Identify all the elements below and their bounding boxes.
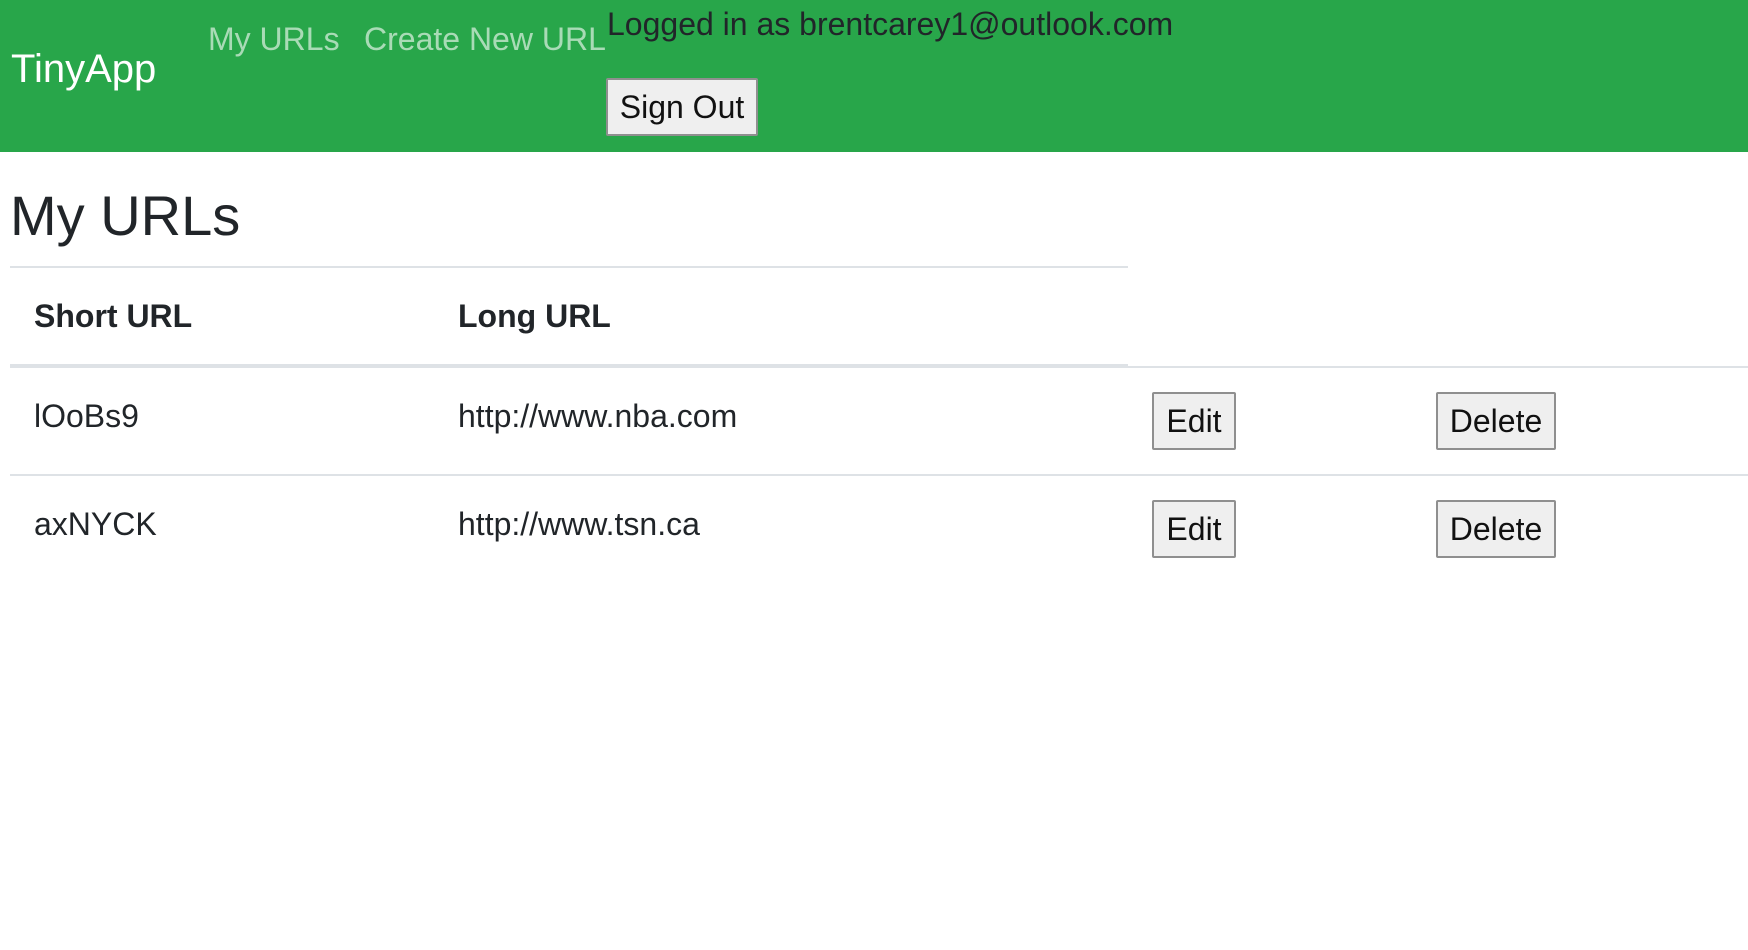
header-long-url: Long URL xyxy=(458,298,611,334)
edit-button[interactable]: Edit xyxy=(1152,500,1236,558)
short-url-cell: axNYCK xyxy=(34,506,157,542)
table-row-divider xyxy=(10,474,1748,476)
brand-link[interactable]: TinyApp xyxy=(11,46,156,92)
table-header-divider xyxy=(10,364,1128,368)
nav-link-my-urls[interactable]: My URLs xyxy=(208,20,340,58)
table-top-border xyxy=(10,266,1128,268)
long-url-cell: http://www.tsn.ca xyxy=(458,506,700,542)
delete-button[interactable]: Delete xyxy=(1436,500,1556,558)
page-title: My URLs xyxy=(10,184,241,247)
logged-in-status: Logged in as brentcarey1@outlook.com xyxy=(607,6,1174,42)
nav-link-create-new-url[interactable]: Create New URL xyxy=(364,20,606,58)
sign-out-button[interactable]: Sign Out xyxy=(606,78,758,136)
short-url-cell: lOoBs9 xyxy=(34,398,139,434)
navbar: TinyApp My URLs Create New URL Logged in… xyxy=(0,0,1748,152)
edit-button[interactable]: Edit xyxy=(1152,392,1236,450)
table-header-divider-extension xyxy=(1128,366,1748,368)
delete-button[interactable]: Delete xyxy=(1436,392,1556,450)
header-short-url: Short URL xyxy=(34,298,193,334)
long-url-cell: http://www.nba.com xyxy=(458,398,738,434)
